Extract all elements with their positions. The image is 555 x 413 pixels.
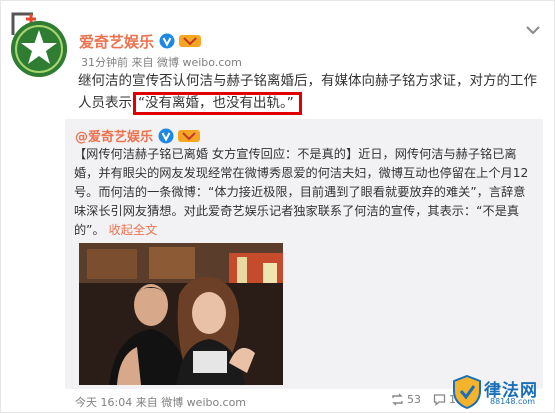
comment-icon bbox=[433, 394, 446, 406]
post-text-line-2: 人员表示 bbox=[78, 95, 132, 111]
post-content: 继何洁的宣传否认何洁与赫子铭离婚后，有媒体向赫子铭方求证，对方的工作 人员表示 “… bbox=[78, 71, 538, 115]
repost-icon bbox=[392, 393, 403, 406]
repost-text: 【网传何洁赫子铭已离婚 女方宣传回应：不是真的】近日，网传何洁与赫子铭已离 婚，… bbox=[74, 145, 536, 240]
repost-timestamp: 今天 16:04 来自 微博 weibo.com bbox=[75, 396, 247, 409]
verified-v-icon bbox=[158, 128, 174, 143]
post-photo[interactable] bbox=[79, 243, 283, 385]
repost-text-line: 的”。 bbox=[74, 223, 105, 237]
chevron-down-icon[interactable] bbox=[526, 25, 540, 35]
repost-text-line: 号。而何洁的一条微博：“体力接近极限，目前遇到了眼看就要放弃的难关”，言辞意 bbox=[74, 185, 526, 199]
avatar[interactable] bbox=[11, 21, 67, 77]
repost-author[interactable]: @爱奇艺娱乐 bbox=[75, 126, 153, 145]
vip-badge-icon bbox=[178, 129, 201, 142]
watermark-url: 88148.com bbox=[490, 397, 536, 406]
repost-count: 53 bbox=[407, 393, 421, 406]
repost-text-line: 【网传何洁赫子铭已离婚 女方宣传回应：不是真的】近日，网传何洁与赫子铭已离 bbox=[74, 147, 517, 161]
collapse-link[interactable]: 收起全文 bbox=[109, 223, 158, 237]
repost-text-line: 味深长引网友猜想。对此爱奇艺娱乐记者独家联系了何洁的宣传，其表示：“不是真 bbox=[74, 204, 520, 218]
vip-badge-icon bbox=[179, 35, 202, 47]
repost-count-button[interactable]: 53 bbox=[391, 393, 421, 406]
highlighted-quote: “没有离婚，也没有出轨。” bbox=[133, 92, 302, 115]
post-text-line-1: 继何洁的宣传否认何洁与赫子铭离婚后，有媒体向赫子铭方求证，对方的工作 bbox=[78, 73, 537, 89]
shield-logo-icon bbox=[453, 375, 481, 409]
post-author[interactable]: 爱奇艺娱乐 bbox=[79, 31, 154, 52]
weibo-post-card: 爱奇艺娱乐 31分钟前 来自 微博 weibo.com 继何洁的宣传否认何洁与赫… bbox=[0, 0, 555, 413]
verified-v-icon bbox=[159, 33, 175, 49]
repost-box: @爱奇艺娱乐 【网传何洁赫子铭已离婚 女方宣传回应：不是真的】近日，网传何洁与赫… bbox=[65, 119, 543, 389]
repost-text-line: 婚，并有眼尖的网友发现经常在微博秀恩爱的何洁夫妇，微博互动也停留在上个月12 bbox=[74, 166, 529, 180]
site-watermark: 律法网 88148.com bbox=[452, 375, 550, 409]
post-meta: 31分钟前 来自 微博 weibo.com bbox=[81, 56, 242, 69]
